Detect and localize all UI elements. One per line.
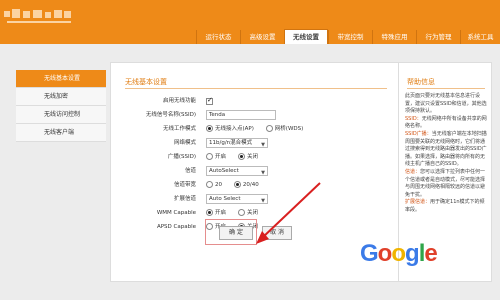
channel-label: 信道: [184, 168, 196, 174]
enable-wireless-label: 启用无线功能: [162, 98, 196, 104]
sidebar: 无线基本设置 无线加密 无线访问控制 无线客户端: [16, 70, 106, 142]
tab-advanced[interactable]: 高级设置: [240, 30, 284, 44]
tab-bandwidth[interactable]: 带宽控制: [328, 30, 372, 44]
bandwidth-2040-label: 20/40: [242, 182, 259, 188]
row-enable-wireless: 启用无线功能: [111, 96, 401, 107]
channel-value: AutoSelect: [209, 168, 239, 174]
wmm-on-option[interactable]: 开启: [206, 208, 226, 219]
wmm-label: WMM Capable: [156, 210, 196, 216]
help-divider: [407, 88, 485, 89]
sidebar-item-clients[interactable]: 无线客户端: [16, 124, 106, 142]
broadcast-on-label: 开启: [215, 154, 227, 160]
tab-status[interactable]: 运行状态: [196, 30, 240, 44]
network-mode-label: 网络模式: [173, 140, 196, 146]
channel-select[interactable]: AutoSelect ▼: [206, 166, 268, 176]
row-bandwidth: 信道带宽 20 20/40: [111, 180, 401, 191]
tab-behavior[interactable]: 行为管理: [416, 30, 460, 44]
network-mode-select[interactable]: 11b/g/n混合模式 ▼: [206, 138, 268, 148]
google-watermark-logo: Google: [360, 240, 438, 268]
mode-wds-option[interactable]: 网桥(WDS): [265, 124, 304, 135]
row-broadcast: 广播(SSID) 开启 关闭: [111, 152, 401, 163]
chevron-down-icon: ▼: [261, 142, 265, 148]
ext-channel-select[interactable]: Auto Select ▼: [206, 194, 268, 204]
sidebar-item-access-control[interactable]: 无线访问控制: [16, 106, 106, 124]
settings-panel: 无线基本设置 启用无线功能 无线信号名称(SSID) Tenda 无线工作模式 …: [110, 62, 400, 282]
broadcast-label: 广播(SSID): [167, 154, 196, 160]
ok-button[interactable]: 确 定: [219, 226, 253, 240]
bandwidth-20-radio[interactable]: [206, 181, 213, 188]
help-intro: 此页面只要对无线基本信息进行设置，建议只设置SSID和信道，其他选项保持默认。: [405, 93, 487, 115]
row-mode: 无线工作模式 无线接入点(AP) 网桥(WDS): [111, 124, 401, 135]
mode-wds-radio[interactable]: [265, 125, 273, 132]
watermark-letter: o: [377, 240, 393, 267]
bandwidth-20-option[interactable]: 20: [206, 180, 222, 191]
mode-ap-option[interactable]: 无线接入点(AP): [206, 124, 254, 135]
cancel-button[interactable]: 取 消: [262, 226, 292, 240]
watermark-letter: g: [405, 240, 420, 267]
sidebar-item-wireless-security[interactable]: 无线加密: [16, 88, 106, 106]
wmm-on-label: 开启: [215, 210, 227, 216]
bandwidth-2040-option[interactable]: 20/40: [233, 180, 259, 191]
ext-channel-value: Auto Select: [209, 196, 241, 202]
tab-special-apps[interactable]: 特殊应用: [372, 30, 416, 44]
watermark-letter: e: [424, 240, 437, 267]
broadcast-off-option[interactable]: 关闭: [237, 152, 258, 163]
help-channel-key: 信道：: [405, 168, 421, 175]
mode-label: 无线工作模式: [162, 126, 196, 132]
bandwidth-label: 信道带宽: [173, 182, 196, 188]
chevron-down-icon: ▼: [261, 170, 265, 176]
tab-wireless[interactable]: 无线设置: [284, 29, 328, 44]
wmm-off-radio[interactable]: [237, 209, 245, 216]
bandwidth-20-label: 20: [215, 182, 222, 188]
row-channel: 信道 AutoSelect ▼: [111, 166, 401, 177]
row-wmm: WMM Capable 开启 关闭: [111, 208, 401, 219]
mode-ap-radio[interactable]: [206, 125, 213, 132]
ext-channel-label: 扩展信道: [173, 196, 196, 202]
broadcast-on-radio[interactable]: [206, 153, 213, 160]
top-header: 运行状态 高级设置 无线设置 带宽控制 特殊应用 行为管理 系统工具: [0, 0, 500, 44]
mode-ap-label: 无线接入点(AP): [215, 126, 254, 132]
row-ssid: 无线信号名称(SSID) Tenda: [111, 110, 401, 121]
row-network-mode: 网络模式 11b/g/n混合模式 ▼: [111, 138, 401, 149]
chevron-down-icon: ▼: [261, 198, 265, 204]
broadcast-off-label: 关闭: [246, 154, 258, 160]
broadcast-on-option[interactable]: 开启: [206, 152, 226, 163]
network-mode-value: 11b/g/n混合模式: [209, 140, 253, 146]
help-ext-key: 扩展信道：: [405, 199, 431, 206]
section-divider: [125, 88, 387, 89]
brand-logo: [4, 7, 76, 29]
section-title: 无线基本设置: [125, 78, 167, 86]
main-nav-tabs: 运行状态 高级设置 无线设置 带宽控制 特殊应用 行为管理 系统工具: [0, 29, 500, 44]
tab-system-tools[interactable]: 系统工具: [460, 30, 500, 44]
watermark-letter: G: [360, 240, 379, 267]
help-ssid-key: SSID：: [405, 115, 422, 122]
broadcast-off-radio[interactable]: [237, 153, 245, 160]
mode-wds-label: 网桥(WDS): [274, 126, 304, 132]
help-broadcast-key: SSID广播：: [405, 130, 432, 137]
apsd-label: APSD Capable: [156, 224, 196, 230]
ssid-input[interactable]: Tenda: [206, 110, 276, 120]
wmm-off-option[interactable]: 关闭: [237, 208, 258, 219]
bandwidth-2040-radio[interactable]: [233, 181, 241, 188]
watermark-letter: o: [391, 240, 406, 267]
help-body: 此页面只要对无线基本信息进行设置，建议只设置SSID和信道，其他选项保持默认。 …: [405, 93, 489, 215]
help-title: 帮助信息: [407, 78, 435, 86]
enable-wireless-checkbox[interactable]: [206, 96, 213, 105]
row-ext-channel: 扩展信道 Auto Select ▼: [111, 194, 401, 205]
sidebar-item-wireless-basic[interactable]: 无线基本设置: [16, 70, 106, 88]
ssid-label: 无线信号名称(SSID): [145, 112, 196, 118]
wmm-off-label: 关闭: [246, 210, 258, 216]
wmm-on-radio[interactable]: [206, 209, 213, 216]
